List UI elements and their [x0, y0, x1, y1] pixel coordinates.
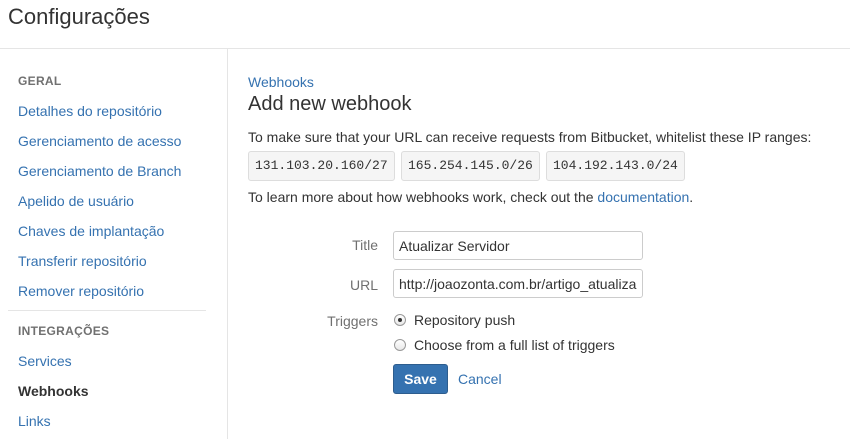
sidebar-divider — [8, 310, 206, 311]
sidebar-item-branch-management[interactable]: Gerenciamento de Branch — [18, 163, 181, 179]
trigger-option-label: Choose from a full list of triggers — [414, 337, 615, 353]
learn-more-text: To learn more about how webhooks work, c… — [248, 189, 693, 205]
ip-range: 165.254.145.0/26 — [401, 151, 540, 181]
sidebar-item-services[interactable]: Services — [18, 353, 72, 369]
triggers-label: Triggers — [327, 313, 378, 329]
whitelist-text: To make sure that your URL can receive r… — [248, 129, 812, 145]
radio-unselected-icon[interactable] — [394, 339, 406, 351]
cancel-link[interactable]: Cancel — [458, 371, 502, 387]
title-input[interactable] — [393, 231, 643, 260]
trigger-option-repository-push[interactable]: Repository push — [394, 312, 515, 328]
section-heading: Add new webhook — [248, 93, 412, 115]
learn-more-prefix: To learn more about how webhooks work, c… — [248, 189, 598, 205]
sidebar: GERAL Detalhes do repositório Gerenciame… — [0, 49, 228, 439]
sidebar-item-remove-repository[interactable]: Remover repositório — [18, 283, 144, 299]
learn-more-suffix: . — [689, 189, 694, 205]
sidebar-heading-integrations: INTEGRAÇÕES — [18, 324, 110, 338]
sidebar-item-access-management[interactable]: Gerenciamento de acesso — [18, 133, 181, 149]
breadcrumb-webhooks[interactable]: Webhooks — [248, 74, 314, 90]
trigger-option-full-list[interactable]: Choose from a full list of triggers — [394, 337, 615, 353]
ip-range: 131.103.20.160/27 — [248, 151, 395, 181]
sidebar-item-links[interactable]: Links — [18, 413, 51, 429]
page-title: Configurações — [8, 4, 150, 29]
url-label: URL — [349, 277, 378, 293]
ip-range: 104.192.143.0/24 — [546, 151, 685, 181]
sidebar-heading-general: GERAL — [18, 74, 62, 88]
trigger-option-label: Repository push — [414, 312, 516, 328]
sidebar-item-username-aliases[interactable]: Apelido de usuário — [18, 193, 134, 209]
url-input[interactable] — [393, 269, 643, 298]
sidebar-item-deployment-keys[interactable]: Chaves de implantação — [18, 223, 164, 239]
radio-selected-icon[interactable] — [394, 314, 406, 326]
documentation-link[interactable]: documentation — [597, 189, 689, 205]
title-label: Title — [352, 237, 378, 253]
save-button[interactable]: Save — [393, 364, 448, 394]
sidebar-item-repository-details[interactable]: Detalhes do repositório — [18, 103, 162, 119]
sidebar-item-webhooks[interactable]: Webhooks — [18, 383, 89, 399]
sidebar-item-transfer-repository[interactable]: Transferir repositório — [18, 253, 147, 269]
